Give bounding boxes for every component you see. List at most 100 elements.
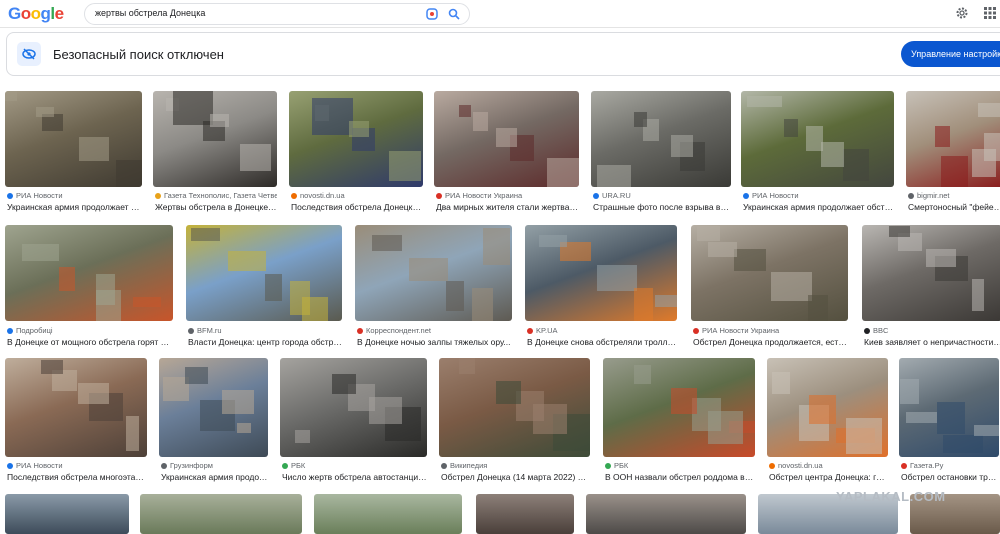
result-source[interactable]: bigmir.net [908, 191, 1000, 200]
result-source-label: РБК [614, 461, 629, 470]
result-source[interactable]: URA.RU [593, 191, 731, 200]
result-title[interactable]: Два мирных жителя стали жертвам... [436, 202, 579, 212]
search-input[interactable]: жертвы обстрела Донецка [95, 8, 205, 18]
result-source[interactable]: Википедия [441, 461, 590, 470]
favicon-icon [769, 463, 775, 470]
result-source-label: bigmir.net [917, 191, 950, 200]
result-source[interactable]: Грузинформ [161, 461, 268, 470]
result-source[interactable]: РИА Новости [7, 461, 147, 470]
result-thumbnail[interactable] [767, 358, 888, 457]
search-box[interactable]: жертвы обстрела Донецка [84, 3, 470, 25]
result-source-label: РИА Новости [752, 191, 799, 200]
result-title[interactable]: Украинская армия продол... [161, 472, 268, 482]
thumbnail-shape [806, 126, 823, 151]
result-thumbnail[interactable] [525, 225, 677, 321]
result-title[interactable]: Обстрел Донецка продолжается, есть ... [693, 337, 848, 347]
result-thumbnail[interactable] [280, 358, 427, 457]
result-title[interactable]: Жертвы обстрела в Донецке ... [155, 202, 277, 212]
result-thumbnail[interactable] [5, 358, 147, 457]
result-source[interactable]: РИА Новости Украина [436, 191, 579, 200]
favicon-icon [7, 328, 13, 335]
result-thumbnail[interactable] [186, 225, 342, 321]
result-source[interactable]: РБК [282, 461, 427, 470]
logo-letter: e [54, 4, 64, 23]
result-source[interactable]: Корреспондент.net [357, 326, 512, 335]
result-thumbnail[interactable] [906, 91, 1000, 187]
thumbnail-shape [41, 360, 63, 374]
thumbnail-shape [697, 226, 720, 241]
result-source[interactable]: BFM.ru [188, 326, 342, 335]
image-result[interactable] [5, 494, 129, 534]
result-source-label: РБК [291, 461, 306, 470]
search-icon[interactable] [447, 7, 461, 21]
result-thumbnail[interactable] [434, 91, 579, 187]
result-title[interactable]: Украинская армия продолжает обстр... [743, 202, 894, 212]
result-thumbnail[interactable] [289, 91, 423, 187]
thumbnail-art [312, 98, 421, 181]
result-thumbnail[interactable] [591, 91, 731, 187]
thumbnail-shape [547, 158, 579, 187]
thumbnail-shape [96, 290, 121, 321]
result-source-label: novosti.dn.ua [778, 461, 823, 470]
result-source[interactable]: РИА Новости [743, 191, 894, 200]
result-source[interactable]: РИА Новости Украина [693, 326, 848, 335]
result-source[interactable]: novosti.dn.ua [291, 191, 423, 200]
result-thumbnail[interactable] [5, 91, 142, 187]
apps-icon[interactable] [983, 6, 997, 20]
result-thumbnail[interactable] [153, 91, 277, 187]
result-source-label: РИА Новости Украина [445, 191, 523, 200]
lens-icon[interactable] [425, 7, 439, 21]
result-source[interactable]: Подробиці [7, 326, 173, 335]
result-title[interactable]: Обстрел остановки тролле... [901, 472, 999, 482]
thumbnail-shape [784, 119, 798, 137]
result-title[interactable]: В Донецке снова обстреляли троллей... [527, 337, 677, 347]
result-source[interactable]: novosti.dn.ua [769, 461, 888, 470]
result-source[interactable]: Газета Технополис, Газета Четве... [155, 191, 277, 200]
result-title[interactable]: Обстрел Донецка (14 марта 2022) — В... [441, 472, 590, 482]
result-source[interactable]: Газета.Ру [901, 461, 999, 470]
result-title[interactable]: Смертоносный "фейерве... [908, 202, 1000, 212]
result-source[interactable]: РИА Новости [7, 191, 142, 200]
result-source[interactable]: РБК [605, 461, 755, 470]
thumbnail-shape [846, 418, 882, 454]
favicon-icon [357, 328, 363, 335]
result-title[interactable]: Страшные фото после взрыва в Д... [593, 202, 731, 212]
thumbnail-shape [210, 114, 229, 127]
favicon-icon [693, 328, 699, 335]
manage-settings-button[interactable]: Управление настройками [901, 41, 1000, 67]
google-logo[interactable]: Google [8, 4, 64, 24]
thumbnail-shape [772, 372, 790, 394]
result-title[interactable]: Последствия обстрела Донецка ... [291, 202, 423, 212]
thumbnail-shape [539, 235, 567, 247]
result-thumbnail[interactable] [603, 358, 755, 457]
result-source-label: novosti.dn.ua [300, 191, 345, 200]
result-title[interactable]: В Донецке ночью залпы тяжелых ору... [357, 337, 512, 347]
result-thumbnail[interactable] [5, 225, 173, 321]
result-title[interactable]: В Донецке от мощного обстрела горят до..… [7, 337, 173, 347]
result-thumbnail[interactable] [439, 358, 590, 457]
result-thumbnail[interactable] [691, 225, 848, 321]
result-thumbnail[interactable] [159, 358, 268, 457]
result-title[interactable]: Украинская армия продолжает о... [7, 202, 142, 212]
result-source-label: РИА Новости [16, 461, 63, 470]
result-thumbnail[interactable] [862, 225, 1000, 321]
result-title[interactable]: Число жертв обстрела автостанции ... [282, 472, 427, 482]
result-title[interactable]: Власти Донецка: центр города обстре... [188, 337, 342, 347]
result-title[interactable]: Киев заявляет о непричастности к о... [864, 337, 1000, 347]
result-thumbnail[interactable] [741, 91, 894, 187]
result-source[interactable]: KP.UA [527, 326, 677, 335]
image-result[interactable] [476, 494, 574, 534]
result-source[interactable]: BBC [864, 326, 1000, 335]
gear-icon[interactable] [955, 6, 969, 20]
thumbnail-shape [5, 91, 17, 101]
result-title[interactable]: В ООН назвали обстрел роддома в Д... [605, 472, 755, 482]
result-title[interactable]: Последствия обстрела многоэтаж... [7, 472, 147, 482]
result-thumbnail[interactable] [355, 225, 512, 321]
thumbnail-shape [78, 383, 109, 404]
result-thumbnail[interactable] [899, 358, 999, 457]
result-title[interactable]: Обстрел центра Донецка: гор... [769, 472, 888, 482]
image-result[interactable] [314, 494, 462, 534]
image-result[interactable] [586, 494, 746, 534]
image-result[interactable] [140, 494, 302, 534]
thumbnail-shape [808, 295, 828, 321]
